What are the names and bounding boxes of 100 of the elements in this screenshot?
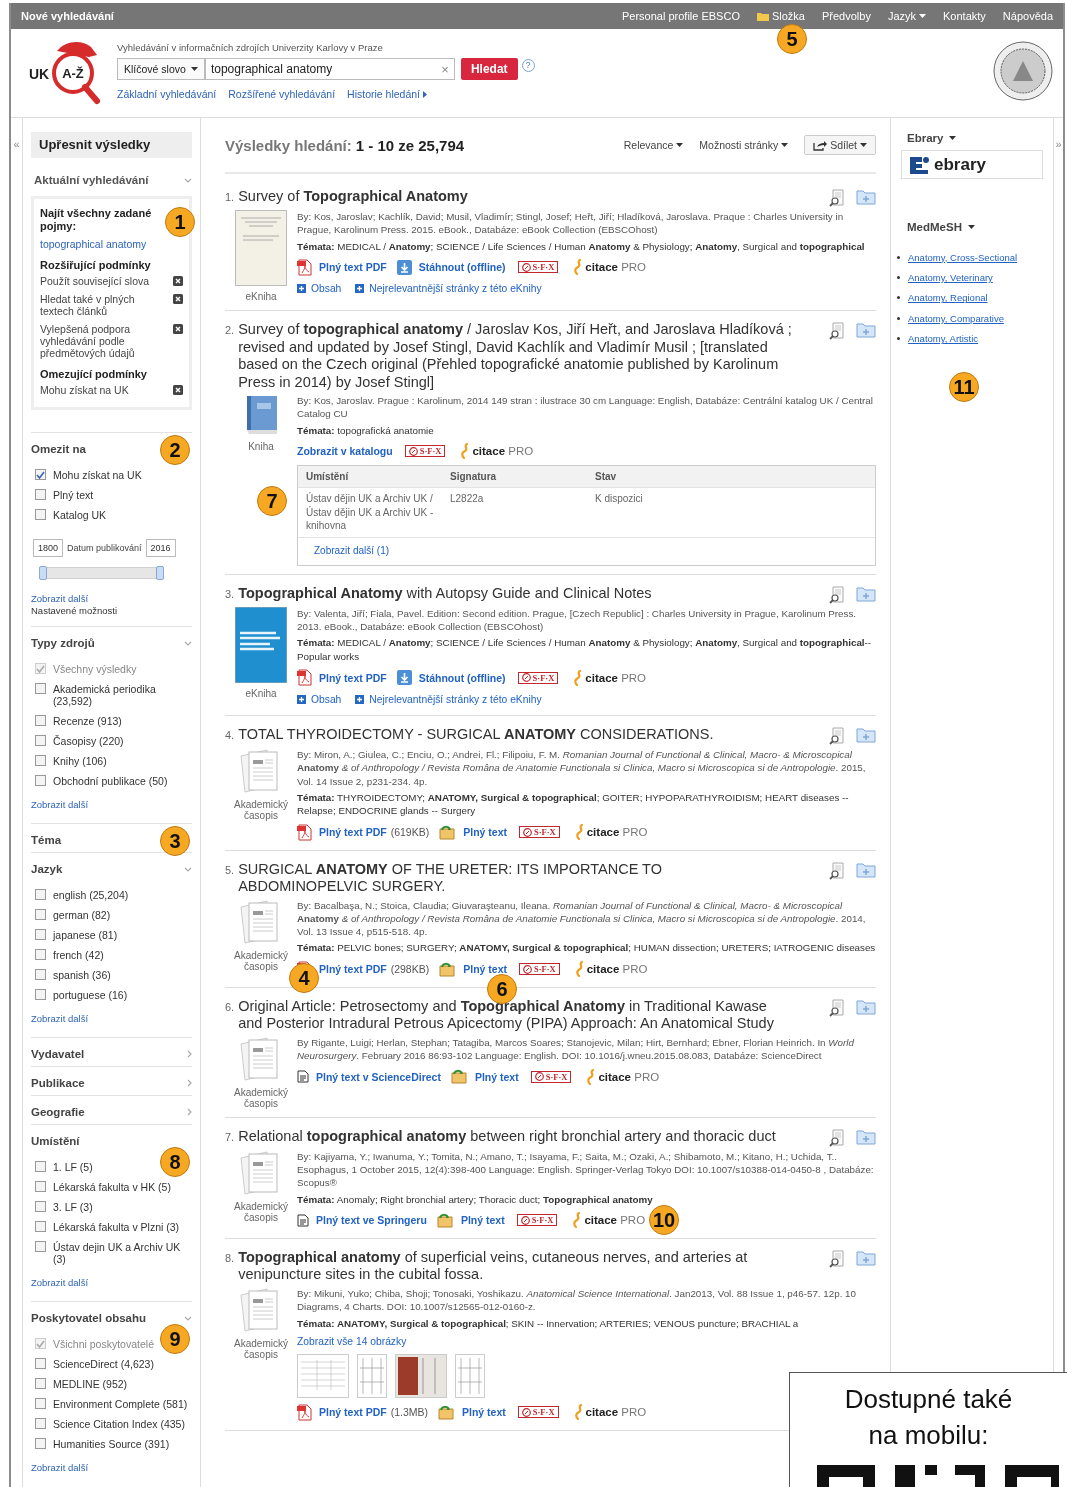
date-range-slider[interactable] xyxy=(39,567,164,579)
top-bar-link[interactable]: Složka xyxy=(756,10,805,22)
checkbox[interactable] xyxy=(35,755,46,766)
add-to-folder-icon[interactable] xyxy=(856,585,876,602)
result-title[interactable]: SURGICAL ANATOMY OF THE URETER: ITS IMPORTANCE TO ABDOMINOPELVIC SURGERY. xyxy=(238,860,793,896)
checkbox[interactable] xyxy=(35,1438,46,1449)
checkbox[interactable] xyxy=(35,1358,46,1369)
mesh-term-link[interactable]: Anatomy, Veterinary xyxy=(908,272,993,284)
collapse-button[interactable]: « xyxy=(13,138,20,150)
citation-link[interactable]: citace PRO xyxy=(575,824,648,841)
show-more-link[interactable]: Zobrazit další xyxy=(31,1462,192,1474)
full-text-link[interactable]: Plný text xyxy=(436,1212,505,1228)
mesh-term-link[interactable]: Anatomy, Artistic xyxy=(908,333,979,345)
year-from-field[interactable]: 1800 xyxy=(33,539,63,557)
checkbox[interactable] xyxy=(35,775,46,786)
year-to-field[interactable]: 2016 xyxy=(145,539,176,557)
facet-heading[interactable]: Publikace xyxy=(31,1077,85,1089)
download-link[interactable]: Stáhnout (offline) xyxy=(396,259,506,275)
search-field[interactable]: topographical anatomy × xyxy=(204,58,455,80)
facet-heading[interactable]: Poskytovatel obsahu xyxy=(31,1312,147,1324)
slider-handle[interactable] xyxy=(39,566,47,580)
sfx-link[interactable]: S·F·X xyxy=(517,261,559,274)
checkbox[interactable] xyxy=(35,469,46,480)
chevron-down-icon[interactable] xyxy=(184,640,192,646)
checkbox[interactable] xyxy=(35,909,46,920)
preview-icon[interactable] xyxy=(829,322,847,340)
top-bar-link[interactable]: Kontakty xyxy=(943,10,986,22)
search-term-link[interactable]: topographical anatomy xyxy=(40,237,183,251)
checkbox[interactable] xyxy=(35,735,46,746)
add-to-folder-icon[interactable] xyxy=(856,189,876,205)
slider-handle[interactable] xyxy=(156,566,164,580)
expand-button[interactable]: » xyxy=(1055,138,1062,150)
add-to-folder-icon[interactable] xyxy=(856,322,876,338)
top-bar-link[interactable]: Předvolby xyxy=(822,10,871,22)
share-button[interactable]: Sdílet xyxy=(804,135,876,155)
contents-link[interactable]: Obsah xyxy=(297,693,342,705)
sfx-link[interactable]: S·F·X xyxy=(516,1214,558,1227)
chevron-right-icon[interactable] xyxy=(187,1050,192,1058)
sfx-link[interactable]: S·F·X xyxy=(519,963,560,976)
pdf-link[interactable]: Plný text PDF xyxy=(297,823,387,841)
facet-heading[interactable]: Geografie xyxy=(31,1106,85,1118)
checkbox[interactable] xyxy=(35,715,46,726)
checkbox[interactable] xyxy=(35,969,46,980)
show-more-link[interactable]: Zobrazit další xyxy=(31,1277,192,1289)
full-text-link[interactable]: Plný text xyxy=(438,1404,506,1420)
citation-link[interactable]: citace PRO xyxy=(574,669,647,686)
sfx-link[interactable]: S·F·X xyxy=(519,826,560,839)
preview-icon[interactable] xyxy=(829,1128,847,1147)
facet-heading[interactable]: Téma xyxy=(31,834,62,846)
facet-heading[interactable]: Vydavatel xyxy=(31,1048,85,1060)
facet-heading[interactable]: Typy zdrojů xyxy=(31,637,95,649)
preview-icon[interactable] xyxy=(829,1249,847,1268)
checkbox[interactable] xyxy=(35,889,46,900)
dropdown-button[interactable]: Relevance xyxy=(623,139,684,151)
preview-icon[interactable] xyxy=(829,998,847,1017)
checkbox[interactable] xyxy=(35,1378,46,1389)
show-images-link[interactable]: Zobrazit vše 14 obrázky xyxy=(297,1335,407,1347)
contents-link[interactable]: Nejrelevantnější stránky z této eKnihy xyxy=(355,283,542,295)
preview-icon[interactable] xyxy=(829,861,847,880)
add-to-folder-icon[interactable] xyxy=(856,1249,876,1266)
checkbox[interactable] xyxy=(35,949,46,960)
checkbox[interactable] xyxy=(35,1161,46,1172)
search-scope-select[interactable]: Klíčové slovo xyxy=(117,58,205,80)
checkbox[interactable] xyxy=(35,683,46,694)
mesh-term-link[interactable]: Anatomy, Cross-Sectional xyxy=(908,251,1018,263)
pdf-link[interactable]: Plný text PDF xyxy=(297,1403,387,1421)
citation-link[interactable]: citace PRO xyxy=(575,961,648,978)
result-title[interactable]: Relational topographical anatomy between right bronchial artery and thoracic duct xyxy=(238,1127,776,1146)
citation-link[interactable]: citace PRO xyxy=(574,1404,647,1421)
pdf-link[interactable]: Plný text PDF xyxy=(297,669,387,687)
full-text-link[interactable]: Plný text xyxy=(450,1069,519,1085)
show-more-link[interactable]: Zobrazit další (1) xyxy=(298,537,875,565)
add-to-folder-icon[interactable] xyxy=(856,998,876,1015)
search-mode-link[interactable]: Historie hledání xyxy=(347,88,427,100)
search-button[interactable]: Hledat xyxy=(460,58,518,80)
checkbox[interactable] xyxy=(35,509,46,520)
sfx-link[interactable]: S·F·X xyxy=(517,671,559,684)
checkbox[interactable] xyxy=(35,1181,46,1192)
checkbox[interactable] xyxy=(35,489,46,500)
new-search-link[interactable]: Nové vyhledávání xyxy=(21,10,114,22)
facet-heading[interactable]: Omezit na xyxy=(31,443,86,455)
result-title[interactable]: TOTAL THYROIDECTOMY - SURGICAL ANATOMY CONSIDERATIONS. xyxy=(238,726,714,744)
citation-link[interactable]: citace PRO xyxy=(573,1212,646,1229)
chevron-right-icon[interactable] xyxy=(187,1079,192,1087)
remove-icon[interactable] xyxy=(173,294,183,304)
download-link[interactable]: Stáhnout (offline) xyxy=(396,670,506,686)
chevron-down-icon[interactable] xyxy=(184,1315,192,1321)
search-mode-link[interactable]: Rozšířené vyhledávání xyxy=(228,88,336,100)
contents-link[interactable]: Obsah xyxy=(297,283,342,295)
pdf-link[interactable]: Plný text PDF xyxy=(297,258,387,276)
sfx-link[interactable]: S·F·X xyxy=(530,1070,572,1083)
checkbox[interactable] xyxy=(35,929,46,940)
catalog-link[interactable]: Zobrazit v katalogu xyxy=(297,445,393,458)
add-to-folder-icon[interactable] xyxy=(856,861,876,878)
checkbox[interactable] xyxy=(35,1418,46,1429)
add-to-folder-icon[interactable] xyxy=(856,727,876,744)
remove-icon[interactable] xyxy=(173,324,183,334)
full-text-link[interactable]: Plný text v ScienceDirect xyxy=(297,1070,441,1084)
show-more-link[interactable]: Zobrazit další xyxy=(31,1013,192,1025)
preview-icon[interactable] xyxy=(829,189,847,207)
